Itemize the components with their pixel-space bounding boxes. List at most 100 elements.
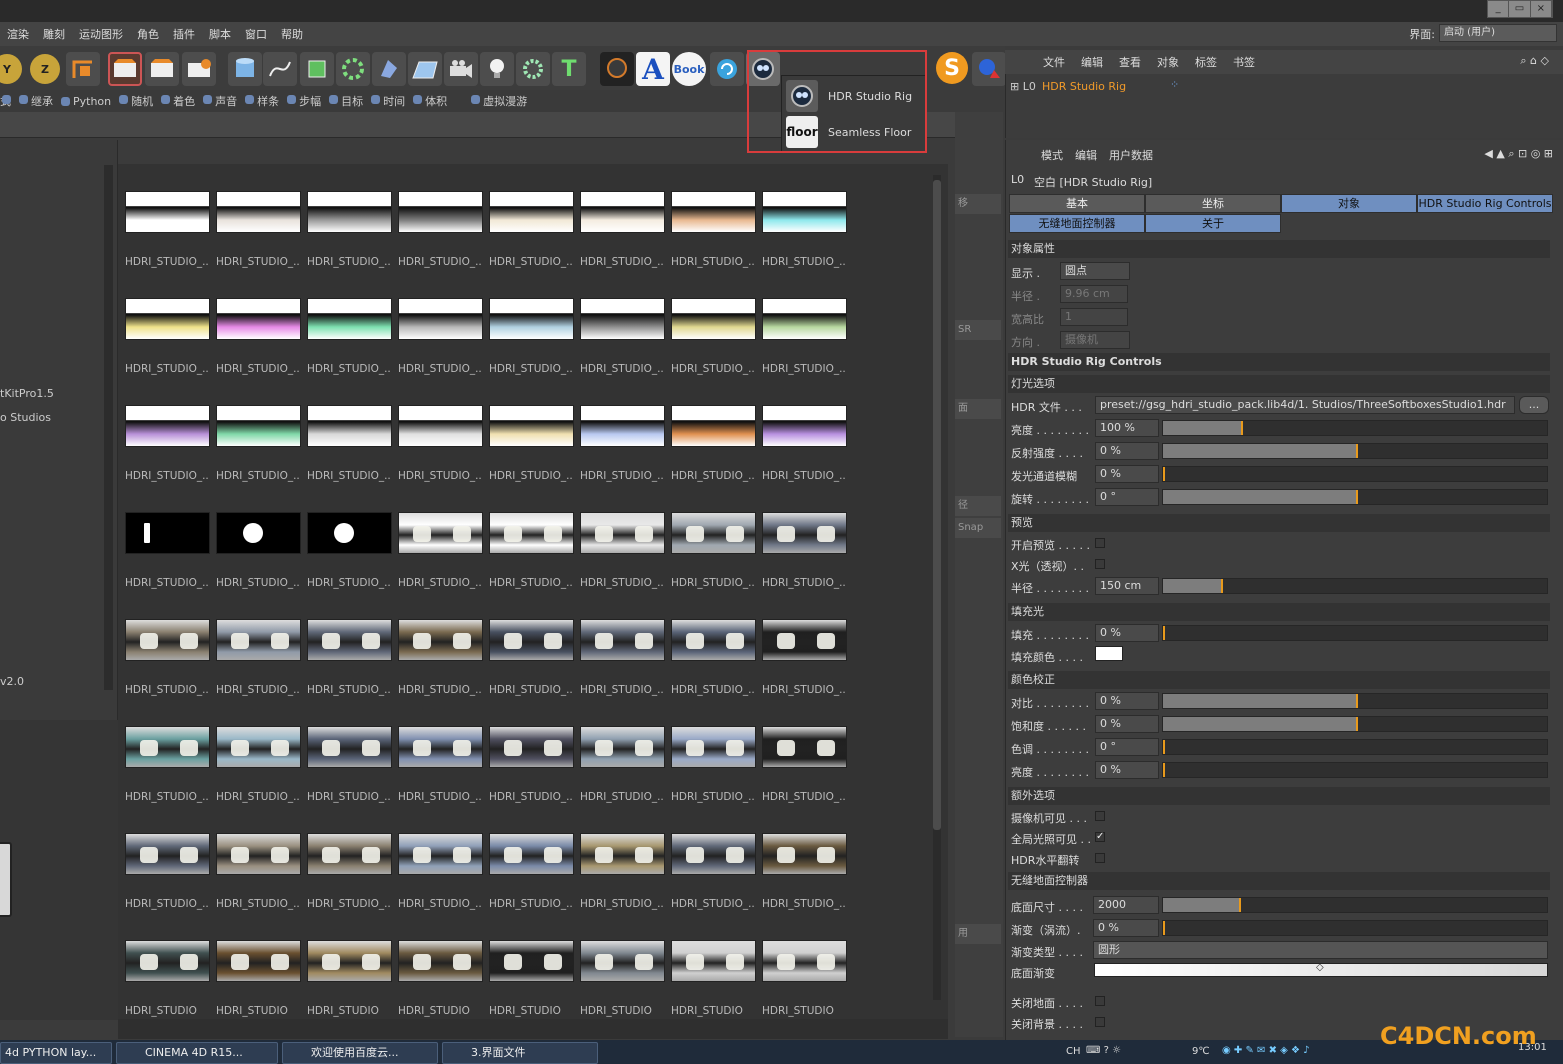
hdri-thumbnail[interactable]: [216, 512, 301, 554]
hdri-thumbnail[interactable]: [580, 940, 665, 982]
tool-item[interactable]: 目标: [327, 93, 369, 109]
tree-item[interactable]: o Studios: [0, 411, 51, 424]
menu-item[interactable]: 脚本: [202, 26, 238, 42]
hdri-thumbnail[interactable]: [671, 405, 756, 447]
preview-radius-slider[interactable]: [1162, 578, 1548, 594]
tool-item[interactable]: 体积: [411, 93, 453, 109]
hdri-thumbnail[interactable]: [489, 726, 574, 768]
restore-icon[interactable]: ▭: [1509, 1, 1531, 17]
hdri-thumbnail[interactable]: [125, 512, 210, 554]
hdri-thumbnail[interactable]: [489, 833, 574, 875]
tool-item[interactable]: 式: [0, 93, 17, 109]
hdri-thumbnail[interactable]: [125, 191, 210, 233]
hdri-thumbnail[interactable]: [671, 833, 756, 875]
subdivision-icon[interactable]: [300, 52, 334, 86]
om-menu-item[interactable]: 对象: [1149, 54, 1187, 70]
extra-option-checkbox[interactable]: ✓: [1095, 832, 1105, 842]
hdri-thumbnail[interactable]: [307, 940, 392, 982]
hdri-thumbnail[interactable]: [398, 619, 483, 661]
floor-size-field[interactable]: 2000: [1093, 896, 1159, 914]
hdri-thumbnail[interactable]: [398, 405, 483, 447]
param-field[interactable]: 0 %: [1095, 715, 1159, 733]
slider-handle[interactable]: [1163, 467, 1165, 481]
slider-handle[interactable]: [1356, 717, 1358, 731]
am-menu-item[interactable]: 用户数据: [1103, 147, 1159, 163]
hdri-thumbnail[interactable]: [489, 940, 574, 982]
hdri-thumbnail[interactable]: [125, 940, 210, 982]
dynamics-icon[interactable]: [972, 52, 1006, 86]
text-a-button[interactable]: A: [636, 52, 670, 86]
hdri-thumbnail[interactable]: [671, 191, 756, 233]
slider-handle[interactable]: [1163, 763, 1165, 777]
slider-handle[interactable]: [1163, 740, 1165, 754]
hdri-thumbnail[interactable]: [580, 298, 665, 340]
param-field[interactable]: 0 %: [1095, 692, 1159, 710]
display-select[interactable]: 圆点: [1060, 262, 1130, 280]
hdri-thumbnail[interactable]: [489, 405, 574, 447]
deformer-icon[interactable]: [372, 52, 406, 86]
tab-rig-controls[interactable]: HDR Studio Rig Controls: [1417, 194, 1553, 213]
text-tool-button[interactable]: T: [552, 52, 586, 86]
preview-checkbox[interactable]: [1095, 538, 1105, 548]
om-menu-item[interactable]: 文件: [1035, 54, 1073, 70]
floor-falloff-slider[interactable]: [1162, 920, 1548, 936]
hdri-thumbnail[interactable]: [671, 940, 756, 982]
tab-object[interactable]: 对象: [1281, 194, 1417, 213]
am-menu-item[interactable]: 模式: [1035, 147, 1069, 163]
fill-field[interactable]: 0 %: [1095, 624, 1159, 642]
close-bg-checkbox[interactable]: [1095, 1017, 1105, 1027]
hdri-thumbnail[interactable]: [580, 512, 665, 554]
fill-slider[interactable]: [1162, 625, 1548, 641]
task-button[interactable]: 3.界面文件: [442, 1042, 598, 1064]
param-slider[interactable]: [1162, 762, 1548, 778]
axis-y-button[interactable]: Y: [0, 54, 22, 84]
task-button[interactable]: CINEMA 4D R15...: [116, 1042, 278, 1064]
light-icon[interactable]: [480, 52, 514, 86]
floor-size-slider[interactable]: [1162, 897, 1548, 913]
hdri-thumbnail[interactable]: [307, 726, 392, 768]
hdri-thumbnail[interactable]: [216, 833, 301, 875]
hdri-thumbnail[interactable]: [671, 619, 756, 661]
hdri-thumbnail[interactable]: [125, 405, 210, 447]
hdri-thumbnail[interactable]: [762, 726, 847, 768]
floor-falloff-field[interactable]: 0 %: [1093, 919, 1159, 937]
tree-item[interactable]: tKitPro1.5: [0, 387, 54, 400]
tab-floor-controller[interactable]: 无缝地面控制器: [1009, 214, 1145, 233]
browse-button[interactable]: ...: [1519, 396, 1549, 414]
hdri-thumbnail[interactable]: [580, 619, 665, 661]
tab-coord[interactable]: 坐标: [1145, 194, 1281, 213]
hdri-thumbnail[interactable]: [580, 726, 665, 768]
slider-handle[interactable]: [1356, 490, 1358, 504]
slider-handle[interactable]: [1356, 694, 1358, 708]
tool-item[interactable]: 样条: [243, 93, 285, 109]
hdri-thumbnail[interactable]: [398, 191, 483, 233]
param-slider[interactable]: [1162, 443, 1548, 459]
hdri-thumbnail[interactable]: [125, 833, 210, 875]
hdri-thumbnail[interactable]: [489, 512, 574, 554]
array-icon[interactable]: [336, 52, 370, 86]
hdri-thumbnail[interactable]: [671, 512, 756, 554]
tool-item[interactable]: 着色: [159, 93, 201, 109]
s-plugin-button[interactable]: S: [936, 52, 968, 84]
radius-field[interactable]: 9.96 cm: [1060, 285, 1128, 303]
hdri-thumbnail[interactable]: [307, 191, 392, 233]
param-field[interactable]: 0 %: [1095, 465, 1159, 483]
camera-icon[interactable]: [444, 52, 478, 86]
book-button[interactable]: Book: [672, 52, 706, 86]
hdri-thumbnail[interactable]: [125, 619, 210, 661]
param-slider[interactable]: [1162, 489, 1548, 505]
menu-item[interactable]: 渲染: [0, 26, 36, 42]
scene-gear-icon[interactable]: [516, 52, 550, 86]
task-button[interactable]: 4d PYTHON lay...: [0, 1042, 112, 1064]
menu-item[interactable]: 窗口: [238, 26, 274, 42]
tray-icons[interactable]: ⌨ ? ☼: [1086, 1045, 1121, 1056]
coordinate-system-icon[interactable]: [66, 52, 100, 86]
hdri-thumbnail[interactable]: [307, 405, 392, 447]
menu-item[interactable]: 帮助: [274, 26, 310, 42]
am-menu-item[interactable]: 编辑: [1069, 147, 1103, 163]
falloff-type-select[interactable]: 圆形: [1093, 941, 1548, 959]
camera-shake-icon[interactable]: [600, 52, 634, 86]
extra-option-checkbox[interactable]: [1095, 811, 1105, 821]
extra-option-checkbox[interactable]: [1095, 853, 1105, 863]
om-menu-item[interactable]: 编辑: [1073, 54, 1111, 70]
